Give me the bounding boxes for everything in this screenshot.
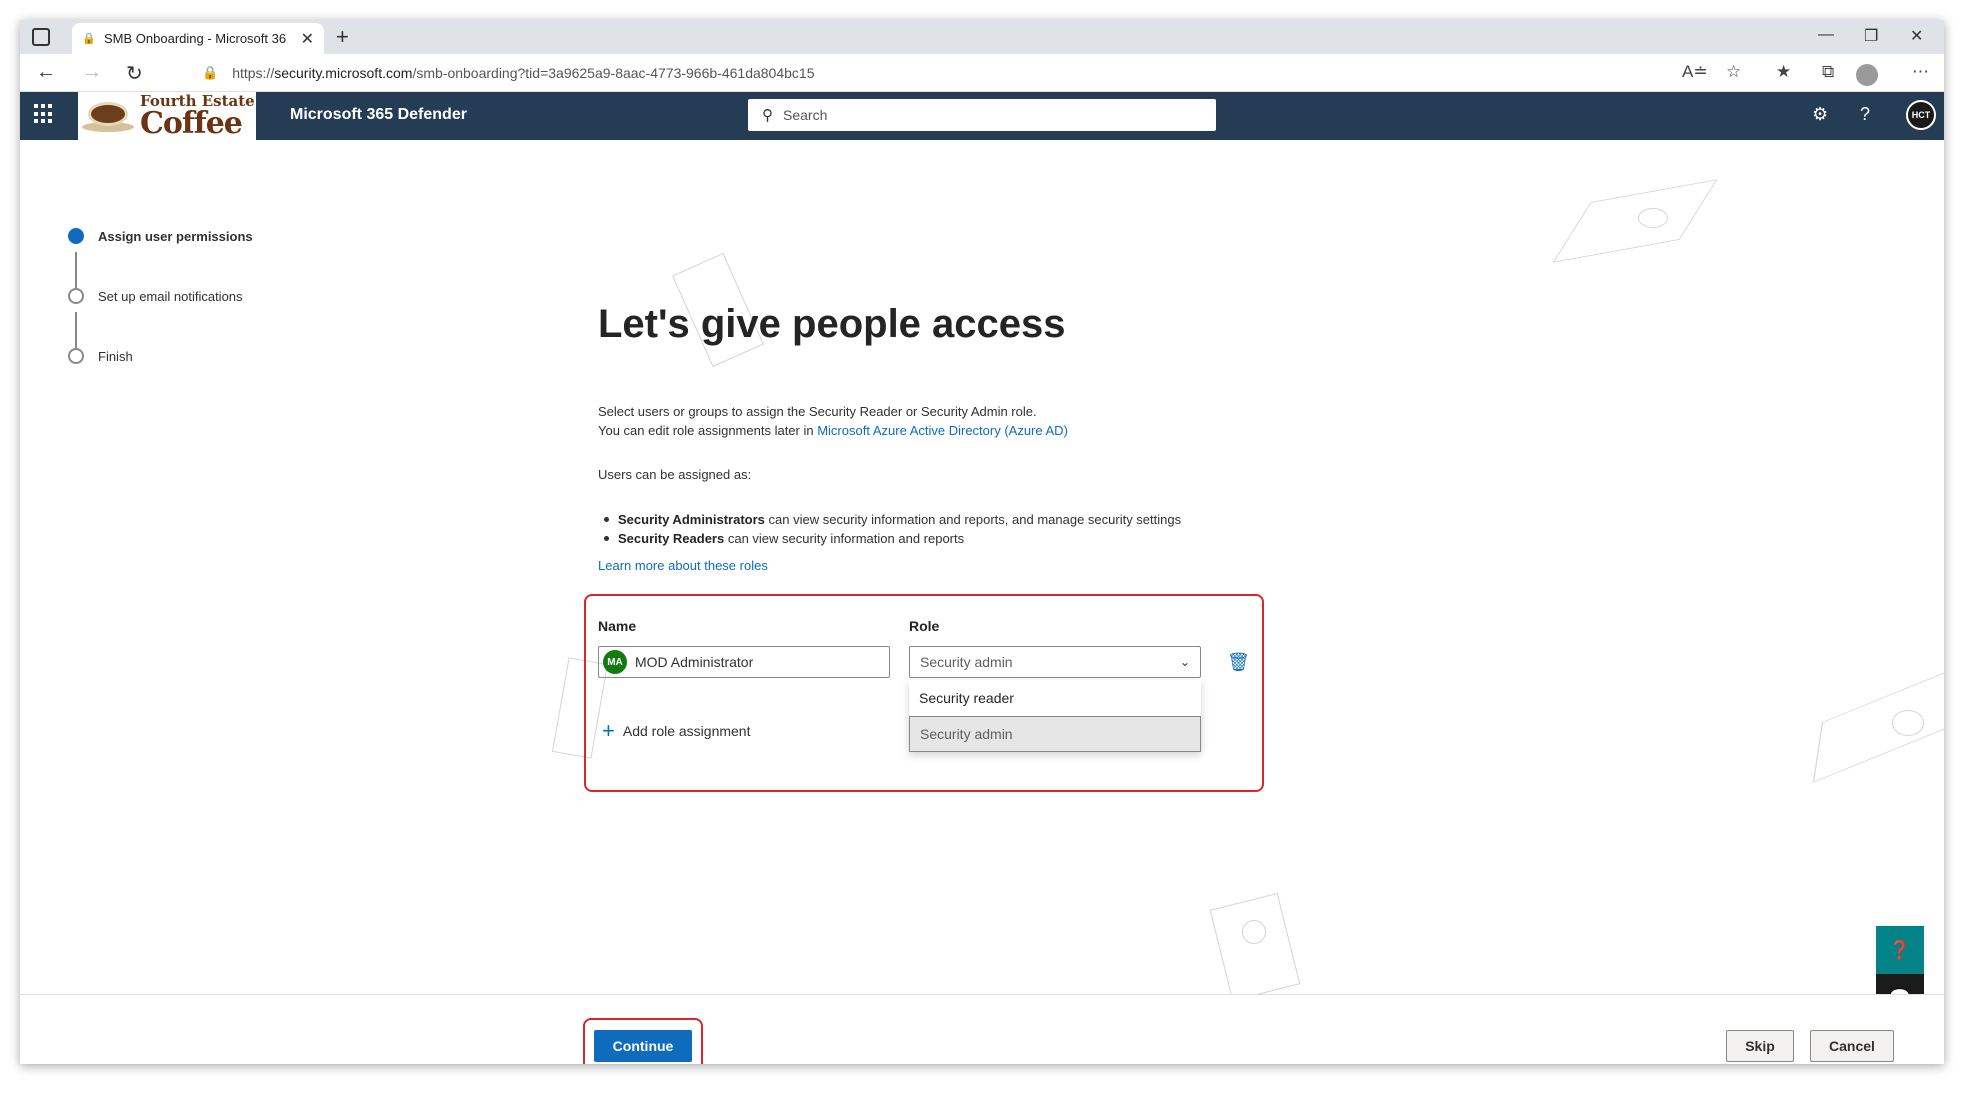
search-icon: ⚲	[762, 107, 773, 124]
role-option-security-reader[interactable]: Security reader	[909, 680, 1201, 716]
close-tab-icon[interactable]: ✕	[301, 29, 314, 49]
read-aloud-icon[interactable]: A≐	[1682, 62, 1708, 82]
new-tab-icon[interactable]: +	[336, 24, 349, 50]
add-role-label: Add role assignment	[622, 723, 751, 739]
app-launcher-icon[interactable]	[34, 104, 54, 124]
intro-text: Select users or groups to assign the Sec…	[598, 402, 1068, 440]
azure-ad-link[interactable]: Microsoft Azure Active Directory (Azure …	[817, 423, 1068, 438]
role-bullets: Security Administrators can view securit…	[600, 510, 1181, 548]
step-label: Finish	[98, 348, 133, 364]
collections-icon[interactable]: ⧉	[1822, 62, 1834, 82]
settings-icon[interactable]: ⚙	[1812, 104, 1828, 125]
step-indicator-active	[68, 228, 84, 244]
more-icon[interactable]: ⋯	[1912, 62, 1929, 82]
role-option-security-admin[interactable]: Security admin	[909, 716, 1201, 752]
chevron-down-icon: ⌄	[1179, 655, 1190, 669]
intro-line-2: You can edit role assignments later in M…	[598, 423, 1068, 438]
refresh-icon[interactable]: ↻	[126, 61, 143, 86]
step-assign-permissions: Assign user permissions	[68, 228, 253, 244]
search-placeholder: Search	[783, 107, 828, 123]
list-item: Security Readers can view security infor…	[600, 529, 1181, 548]
tab-strip: 🔒 SMB Onboarding - Microsoft 36 ✕ + — ❐ …	[20, 20, 1944, 54]
user-avatar[interactable]: HCT	[1906, 100, 1936, 130]
step-indicator	[68, 348, 84, 364]
lock-icon: 🔒	[82, 33, 96, 45]
skip-button[interactable]: Skip	[1726, 1030, 1794, 1062]
cancel-button[interactable]: Cancel	[1810, 1030, 1894, 1062]
url-text: https://security.microsoft.com/smb-onboa…	[232, 65, 815, 81]
address-bar[interactable]: 🔒 https://security.microsoft.com/smb-onb…	[184, 58, 1744, 88]
profile-avatar[interactable]	[1856, 64, 1878, 86]
back-icon[interactable]: ←	[36, 61, 56, 84]
close-window-icon[interactable]: ✕	[1910, 26, 1923, 46]
coffee-cup-icon	[82, 96, 138, 136]
user-picker-field[interactable]: MA MOD Administrator	[598, 646, 890, 678]
forward-icon[interactable]: →	[82, 61, 102, 84]
page-title: Let's give people access	[598, 302, 1066, 346]
decorative-circle	[1242, 920, 1266, 944]
role-column-label: Role	[909, 618, 940, 634]
tab-actions-icon[interactable]	[32, 28, 50, 46]
tab-title: SMB Onboarding - Microsoft 36	[104, 31, 287, 46]
decorative-circle	[1638, 208, 1668, 228]
step-indicator	[68, 288, 84, 304]
decorative-card	[1209, 892, 1301, 1002]
step-connector	[75, 312, 77, 348]
lock-icon: 🔒	[202, 65, 219, 80]
help-chat-icon[interactable]: ❓	[1876, 926, 1924, 974]
continue-button[interactable]: Continue	[594, 1030, 692, 1062]
step-email-notifications: Set up email notifications	[68, 288, 243, 304]
help-icon[interactable]: ?	[1860, 104, 1870, 125]
favorites-icon[interactable]: ★	[1776, 62, 1791, 82]
step-finish: Finish	[68, 348, 133, 364]
add-role-assignment-button[interactable]: + Add role assignment	[602, 718, 751, 744]
user-persona-icon: MA	[603, 650, 627, 674]
assign-intro: Users can be assigned as:	[598, 467, 752, 482]
role-dropdown-menu: Security reader Security admin	[909, 680, 1201, 752]
intro-line-1: Select users or groups to assign the Sec…	[598, 404, 1037, 419]
restore-icon[interactable]: ❐	[1864, 26, 1878, 46]
minimize-icon[interactable]: —	[1818, 26, 1834, 44]
add-icon: +	[602, 718, 615, 743]
company-logo: Fourth Estate Coffee	[78, 92, 256, 140]
decorative-circle	[1892, 710, 1924, 736]
list-item: Security Administrators can view securit…	[600, 510, 1181, 529]
name-column-label: Name	[598, 618, 637, 634]
decorative-card	[1552, 179, 1718, 263]
logo-bottom-text: Coffee	[140, 105, 243, 141]
search-input[interactable]: ⚲ Search	[748, 99, 1216, 131]
delete-icon[interactable]: 🗑	[1227, 652, 1250, 673]
user-name: MOD Administrator	[635, 654, 754, 670]
role-dropdown[interactable]: Security admin ⌄	[909, 646, 1201, 678]
address-bar-row: ← → ↻ 🔒 https://security.microsoft.com/s…	[20, 54, 1944, 92]
decorative-card	[1812, 667, 1944, 783]
footer-bar	[20, 994, 1944, 1064]
app-name[interactable]: Microsoft 365 Defender	[290, 106, 467, 124]
browser-window: 🔒 SMB Onboarding - Microsoft 36 ✕ + — ❐ …	[20, 20, 1944, 1064]
step-label: Assign user permissions	[98, 228, 253, 244]
role-value: Security admin	[920, 654, 1013, 670]
browser-tab[interactable]: 🔒 SMB Onboarding - Microsoft 36 ✕	[72, 23, 324, 54]
add-favorite-icon[interactable]: ☆	[1726, 62, 1741, 82]
step-label: Set up email notifications	[98, 288, 243, 304]
step-connector	[75, 252, 77, 288]
learn-more-link[interactable]: Learn more about these roles	[598, 556, 768, 575]
